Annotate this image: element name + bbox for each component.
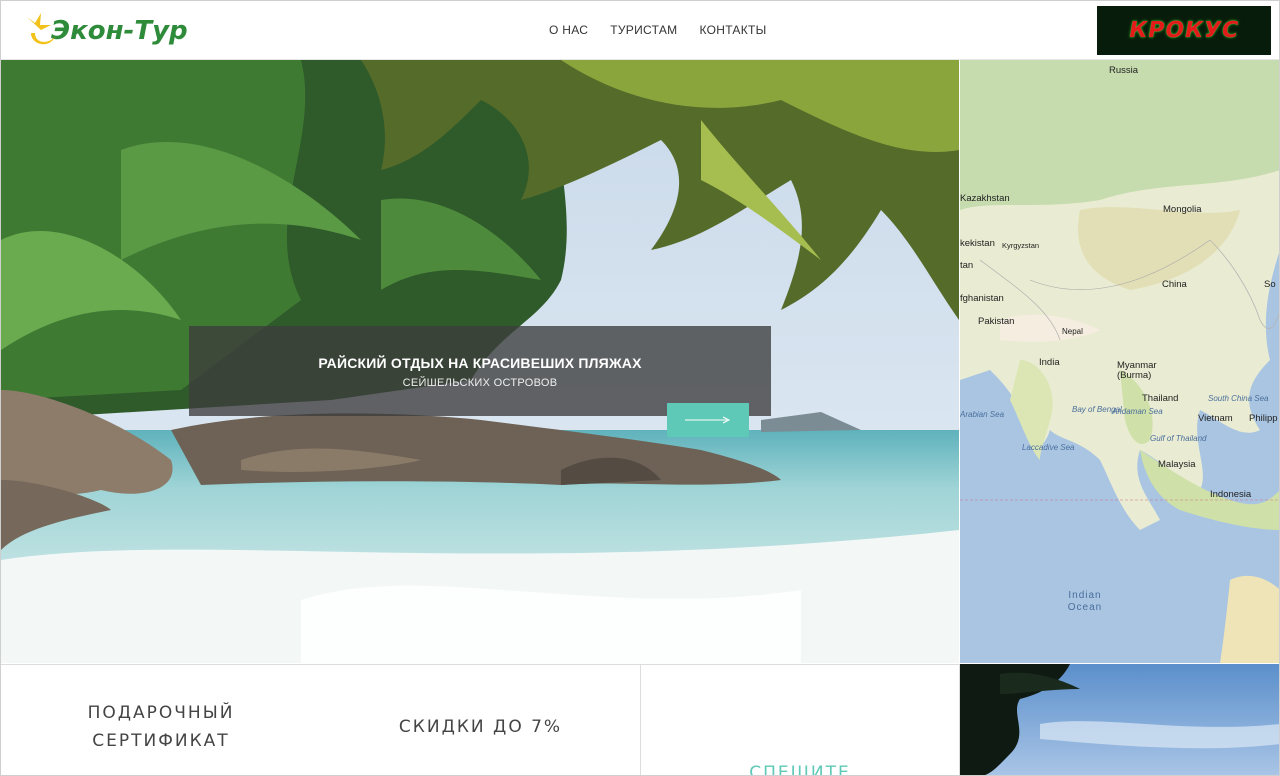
map-widget[interactable]: Russia Kazakhstan Mongolia kekistan Kyrg… — [960, 60, 1279, 663]
main-nav: О НАС ТУРИСТАМ КОНТАКТЫ — [549, 23, 767, 37]
bottom-photo — [960, 664, 1279, 775]
map-label-malaysia: Malaysia — [1158, 459, 1196, 470]
hero-next-button[interactable] — [667, 403, 749, 437]
nav-about[interactable]: О НАС — [549, 23, 588, 37]
map-label-bay-of-bengal: Bay of Bengal — [1072, 405, 1122, 414]
map-label-philippines: Philipp — [1249, 413, 1278, 424]
site-header: Экон-Тур О НАС ТУРИСТАМ КОНТАКТЫ КРОКУС — [1, 1, 1279, 60]
map-label-tajikistan: tan — [960, 260, 974, 271]
logo-text: Экон-Тур — [51, 16, 188, 46]
map-label-laccadive-sea: Laccadive Sea — [1022, 443, 1075, 452]
map-label-gulf-of-thailand: Gulf of Thailand — [1150, 434, 1207, 443]
card-discounts-text: СКИДКИ ДО 7% — [398, 717, 563, 737]
map-label-south-china-sea: South China Sea — [1208, 394, 1269, 403]
page-frame: Экон-Тур О НАС ТУРИСТАМ КОНТАКТЫ КРОКУС — [0, 0, 1280, 776]
nav-contacts[interactable]: КОНТАКТЫ — [699, 23, 766, 37]
map-label-indian-ocean: Indian Ocean — [1067, 590, 1103, 613]
card-gift-line2: СЕРТИФИКАТ — [92, 731, 230, 751]
card-discounts[interactable]: СКИДКИ ДО 7% — [321, 664, 641, 775]
hero-title: РАЙСКИЙ ОТДЫХ НА КРАСИВЕШИХ ПЛЯЖАХ — [318, 355, 642, 371]
map-label-china: China — [1162, 279, 1187, 290]
map-label-mongolia: Mongolia — [1163, 204, 1202, 215]
map-label-thailand: Thailand — [1142, 393, 1179, 404]
card-gift-certificate[interactable]: ПОДАРОЧНЫЙ СЕРТИФИКАТ — [1, 664, 322, 775]
hero-subtitle: СЕЙШЕЛЬСКИХ ОСТРОВОВ — [402, 377, 558, 389]
star-logo-icon — [21, 11, 61, 51]
map-label-afghanistan: fghanistan — [960, 293, 1004, 304]
map-label-uzbekistan: kekistan — [960, 238, 995, 249]
map-label-indonesia: Indonesia — [1210, 489, 1252, 500]
partner-logo-text: КРОКУС — [1126, 18, 1242, 43]
card-hurry-text: СПЕШИТЕ — [749, 763, 851, 776]
map-label-arabian-sea: Arabian Sea — [960, 410, 1005, 419]
sky-photo — [960, 664, 1279, 775]
card-hurry[interactable]: СПЕШИТЕ — [641, 664, 960, 776]
nav-tourists[interactable]: ТУРИСТАМ — [610, 23, 677, 37]
map-label-south-korea: So — [1264, 279, 1276, 290]
hero-slider: РАЙСКИЙ ОТДЫХ НА КРАСИВЕШИХ ПЛЯЖАХ СЕЙШЕ… — [1, 60, 959, 663]
partner-logo[interactable]: КРОКУС — [1097, 6, 1271, 55]
map-label-pakistan: Pakistan — [978, 316, 1015, 327]
map-label-myanmar: Myanmar (Burma) — [1117, 360, 1157, 381]
map-label-kyrgyzstan: Kyrgyzstan — [1002, 241, 1040, 250]
map-label-nepal: Nepal — [1062, 327, 1083, 336]
map-label-andaman-sea: Andaman Sea — [1112, 407, 1163, 416]
card-gift-line1: ПОДАРОЧНЫЙ — [87, 703, 235, 723]
map-label-russia: Russia — [1109, 65, 1139, 76]
map-label-india: India — [1039, 357, 1060, 368]
logo[interactable]: Экон-Тур — [21, 9, 188, 53]
arrow-right-icon — [685, 416, 731, 424]
map-label-kazakhstan: Kazakhstan — [960, 193, 1010, 204]
map-label-vietnam: Vietnam — [1198, 413, 1233, 424]
